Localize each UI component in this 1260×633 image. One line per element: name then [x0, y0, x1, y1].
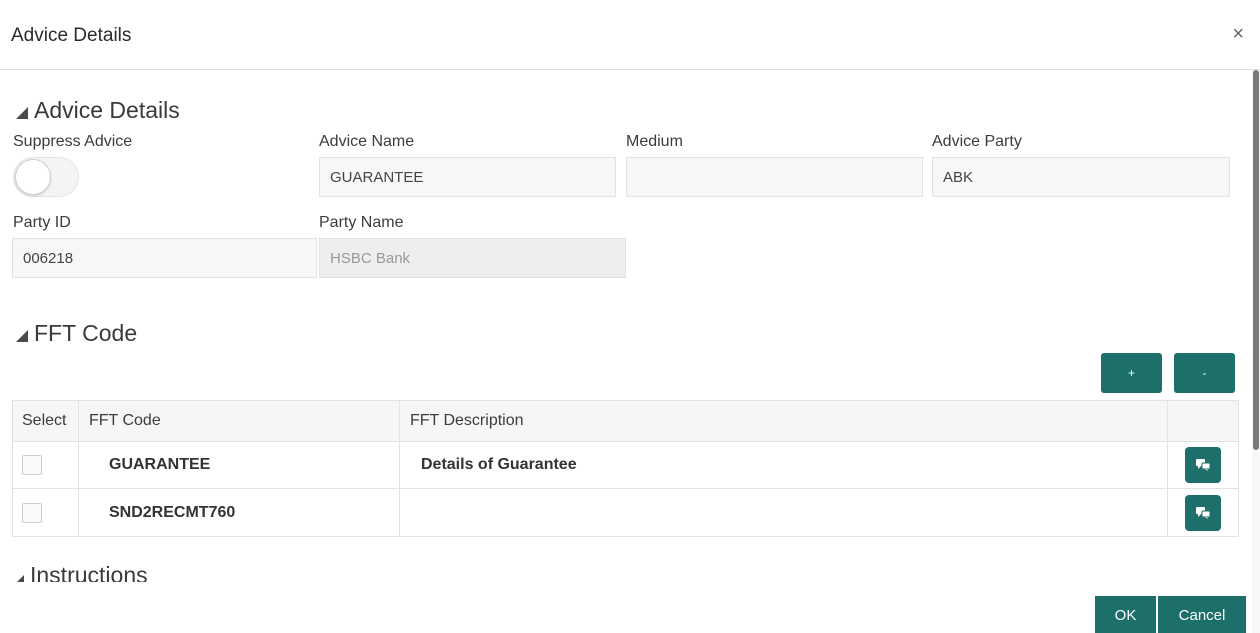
fft-description-cell: Details of Guarantee [400, 442, 1168, 488]
row-select-cell [13, 489, 79, 536]
collapse-triangle-icon [16, 329, 28, 342]
table-row: GUARANTEE Details of Guarantee [13, 442, 1238, 489]
row-action-cell [1168, 442, 1238, 488]
party-name-field: HSBC Bank [319, 238, 626, 278]
suppress-advice-toggle[interactable] [13, 157, 79, 197]
cancel-button[interactable]: Cancel [1158, 596, 1246, 633]
row-select-cell [13, 442, 79, 488]
toggle-knob [15, 159, 51, 195]
row-detail-button[interactable] [1185, 447, 1221, 483]
section-instructions-title: Instructions [30, 562, 148, 582]
add-row-button[interactable]: + [1101, 353, 1162, 393]
close-icon[interactable]: × [1232, 24, 1244, 44]
advice-name-field[interactable]: GUARANTEE [319, 157, 616, 197]
collapse-triangle-icon [16, 106, 28, 119]
ok-button[interactable]: OK [1095, 596, 1156, 633]
section-fft-code-title: FFT Code [34, 320, 138, 346]
fft-code-cell: GUARANTEE [79, 442, 400, 488]
advice-name-label: Advice Name [319, 133, 415, 150]
section-advice-details[interactable]: Advice Details [16, 97, 180, 124]
party-id-field[interactable]: 006218 [12, 238, 317, 278]
scrollbar-thumb[interactable] [1253, 70, 1259, 450]
section-instructions[interactable]: Instructions [12, 560, 148, 582]
advice-party-label: Advice Party [932, 133, 1022, 150]
remove-row-button[interactable]: - [1174, 353, 1235, 393]
collapse-triangle-icon [12, 575, 24, 582]
fft-code-cell: SND2RECMT760 [79, 489, 400, 536]
row-select-checkbox[interactable] [22, 502, 42, 523]
row-detail-button[interactable] [1185, 494, 1221, 531]
table-header: Select FFT Code FFT Description [13, 401, 1238, 442]
table-row: SND2RECMT760 [13, 489, 1238, 536]
row-action-cell [1168, 489, 1238, 536]
advice-party-field[interactable]: ABK [932, 157, 1230, 197]
section-fft-code[interactable]: FFT Code [16, 320, 137, 347]
medium-field[interactable] [626, 157, 923, 197]
chat-bubbles-icon [1196, 506, 1211, 519]
column-header-fft-code: FFT Code [79, 401, 400, 441]
suppress-advice-label: Suppress Advice [13, 133, 133, 150]
column-header-actions [1168, 401, 1238, 441]
section-advice-details-title: Advice Details [34, 97, 180, 123]
dialog-header: Advice Details × [0, 0, 1260, 70]
party-name-label: Party Name [319, 214, 404, 231]
dialog-title: Advice Details [11, 25, 132, 46]
fft-code-table: Select FFT Code FFT Description GUARANTE… [12, 400, 1239, 537]
medium-label: Medium [626, 133, 683, 150]
row-select-checkbox[interactable] [22, 455, 42, 475]
column-header-select: Select [13, 401, 79, 441]
chat-bubbles-icon [1196, 459, 1211, 471]
column-header-fft-description: FFT Description [400, 401, 1168, 441]
party-id-label: Party ID [13, 214, 71, 231]
fft-description-cell [400, 489, 1168, 536]
